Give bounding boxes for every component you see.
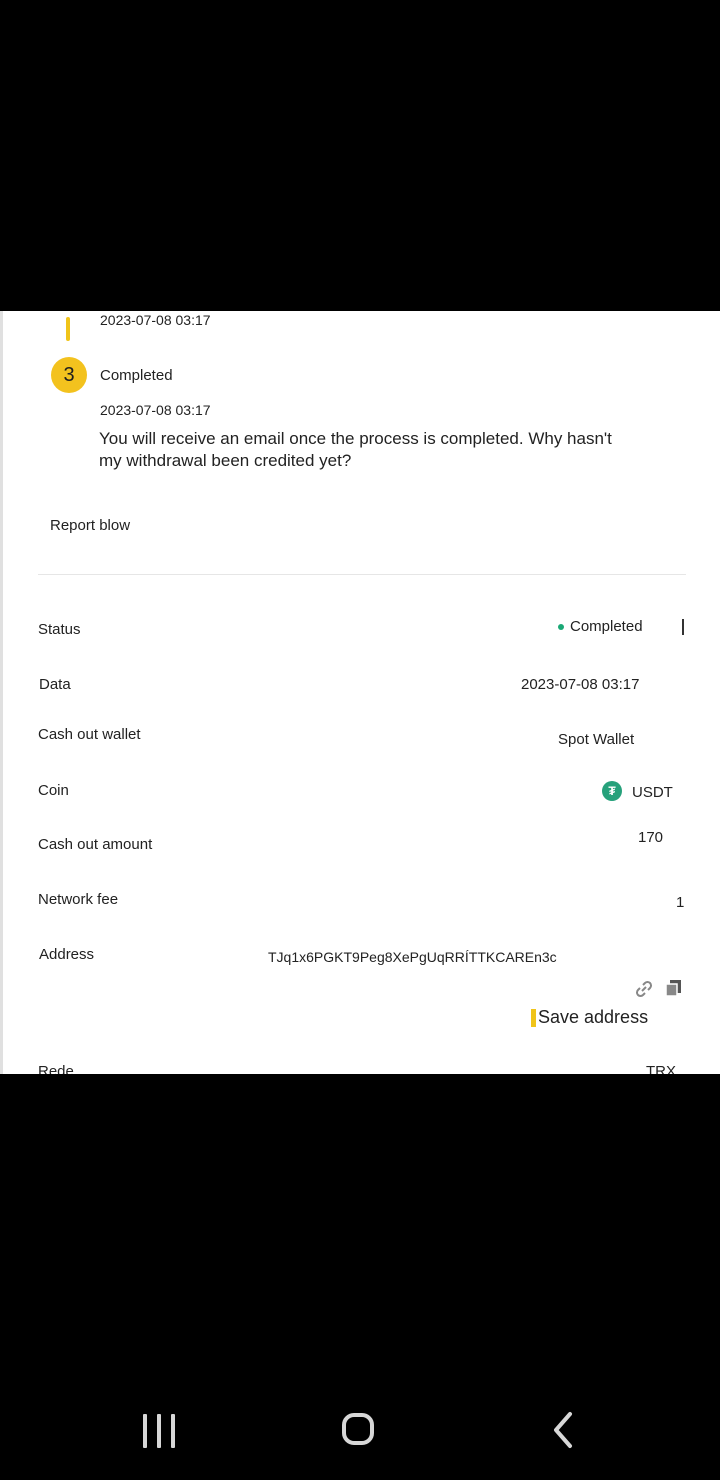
step-time: 2023-07-08 03:17 <box>100 402 211 418</box>
network-label: Rede <box>38 1063 74 1074</box>
save-marker <box>531 1009 536 1028</box>
recent-apps-button[interactable] <box>143 1414 177 1448</box>
back-button[interactable] <box>548 1410 578 1450</box>
link-icon[interactable] <box>634 979 654 999</box>
recent-bar-1 <box>143 1414 147 1448</box>
screen: 2023-07-08 03:17 3 Completed 2023-07-08 … <box>0 0 720 1480</box>
recent-bar-2 <box>157 1414 161 1448</box>
wallet-value: Spot Wallet <box>558 731 635 748</box>
status-value: Completed <box>558 618 643 635</box>
timeline-connector <box>66 317 70 341</box>
save-address-button[interactable]: Save address <box>531 1007 648 1028</box>
step-number-badge: 3 <box>51 357 87 393</box>
section-divider <box>38 574 686 575</box>
amount-label: Cash out amount <box>38 836 153 853</box>
tether-icon: ₮ <box>602 781 622 801</box>
report-link[interactable]: Report blow <box>50 517 130 534</box>
coin-label: Coin <box>38 782 69 799</box>
home-button[interactable] <box>342 1413 374 1445</box>
recent-bar-3 <box>171 1414 175 1448</box>
status-label: Status <box>38 621 81 638</box>
wallet-label: Cash out wallet <box>38 726 141 743</box>
status-divider-mark <box>682 619 684 635</box>
previous-step-time: 2023-07-08 03:17 <box>100 312 211 328</box>
address-value[interactable]: TJq1x6PGKT9Peg8XePgUqRRÍTTKCAREn3c <box>268 949 557 965</box>
status-text: Completed <box>570 618 643 635</box>
network-fee-label: Network fee <box>38 891 119 908</box>
system-navigation-bar <box>0 1380 720 1480</box>
save-address-label: Save address <box>538 1007 649 1027</box>
network-fee-value: 1 <box>676 894 685 911</box>
coin-value: USDT <box>632 784 673 801</box>
date-value: 2023-07-08 03:17 <box>521 676 640 693</box>
status-dot-icon <box>558 624 564 631</box>
amount-value: 170 <box>638 829 664 846</box>
status-message: You will receive an email once the proce… <box>99 429 612 470</box>
step-label: Completed <box>100 367 173 384</box>
copy-icon[interactable] <box>664 978 684 998</box>
network-value: TRX <box>646 1063 676 1074</box>
panel-edge <box>0 311 3 1074</box>
date-label: Data <box>39 676 71 693</box>
address-label: Address <box>39 946 95 963</box>
back-chevron-icon <box>554 1412 572 1448</box>
withdrawal-detail-panel: 2023-07-08 03:17 3 Completed 2023-07-08 … <box>0 311 720 1074</box>
